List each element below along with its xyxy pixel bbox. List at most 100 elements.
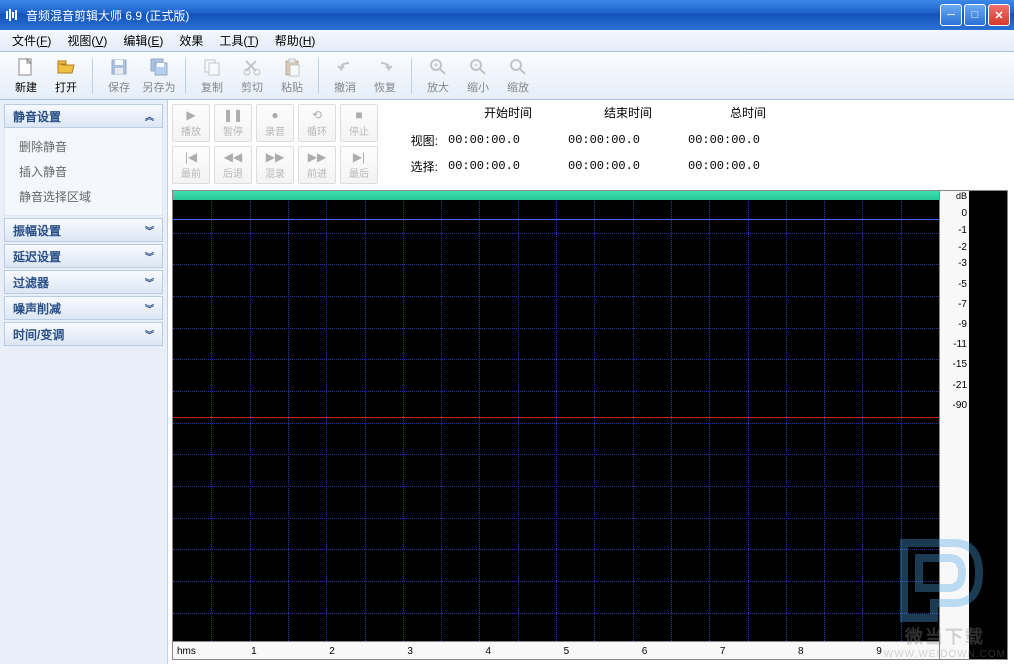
grid-line xyxy=(556,201,557,641)
menubar: 文件(F)视图(V)编辑(E)效果工具(T)帮助(H) xyxy=(0,30,1014,52)
tool-open-button[interactable]: 打开 xyxy=(46,54,86,98)
toolbar-separator xyxy=(411,58,412,94)
grid-line xyxy=(365,201,366,641)
time-tick: 4 xyxy=(486,646,492,657)
sidebar-item[interactable]: 静音选择区域 xyxy=(5,184,162,209)
grid-line xyxy=(173,581,939,582)
grid-line xyxy=(173,486,939,487)
close-button[interactable]: ✕ xyxy=(988,4,1010,26)
time-row-label: 选择: xyxy=(398,158,448,175)
tool-paste-button: 粘贴 xyxy=(272,54,312,98)
cut-icon xyxy=(242,57,262,77)
transport-最前-button[interactable]: |◀最前 xyxy=(172,146,210,184)
time-tick: 2 xyxy=(329,646,335,657)
transport-录音-button[interactable]: ●录音 xyxy=(256,104,294,142)
new-icon xyxy=(16,57,36,77)
transport-循环-button[interactable]: ⟲循环 xyxy=(298,104,336,142)
menu-视图[interactable]: 视图(V) xyxy=(59,30,115,51)
chevron-icon: ︾ xyxy=(145,328,154,341)
level-meter xyxy=(969,191,1007,659)
grid-line xyxy=(288,201,289,641)
sidebar-header-2[interactable]: 延迟设置︾ xyxy=(4,244,163,268)
zoomout-icon xyxy=(468,57,488,77)
minimize-button[interactable]: ─ xyxy=(940,4,962,26)
grid-line xyxy=(173,423,939,424)
grid-line xyxy=(748,201,749,641)
toolbar-separator xyxy=(92,58,93,94)
toolbar: 新建打开保存另存为复制剪切粘贴撤消恢复放大缩小缩放 xyxy=(0,52,1014,100)
db-unit-label: dB xyxy=(956,191,969,201)
menu-编辑[interactable]: 编辑(E) xyxy=(115,30,171,51)
transport-后退-button[interactable]: ◀◀后退 xyxy=(214,146,252,184)
timeline-selection-bar[interactable] xyxy=(173,191,939,201)
transport-icon: ❚❚ xyxy=(223,108,243,122)
sidebar-header-0[interactable]: 静音设置︽ xyxy=(4,104,163,128)
grid-line xyxy=(211,201,212,641)
chevron-icon: ︾ xyxy=(145,250,154,263)
time-value: 00:00:00.0 xyxy=(568,159,688,173)
time-tick: 1 xyxy=(251,646,257,657)
menu-文件[interactable]: 文件(F) xyxy=(4,30,59,51)
toolbar-separator xyxy=(185,58,186,94)
time-tick: 7 xyxy=(720,646,726,657)
time-value: 00:00:00.0 xyxy=(448,159,568,173)
sidebar-header-1[interactable]: 振幅设置︾ xyxy=(4,218,163,242)
sidebar-header-4[interactable]: 噪声削减︾ xyxy=(4,296,163,320)
sidebar-item[interactable]: 删除静音 xyxy=(5,134,162,159)
time-value: 00:00:00.0 xyxy=(688,133,808,147)
transport-混录-button[interactable]: ▶▶混录 xyxy=(256,146,294,184)
grid-line xyxy=(862,201,863,641)
grid-line xyxy=(518,201,519,641)
transport-icon: |◀ xyxy=(185,150,197,164)
transport-icon: ● xyxy=(271,108,278,122)
grid-line xyxy=(173,264,939,265)
main-area: 静音设置︽ 删除静音插入静音静音选择区域振幅设置︾延迟设置︾过滤器︾噪声削减︾时间… xyxy=(0,100,1014,664)
db-scale: dB 0-1-2-3-5-7-9-11-15-21-90 xyxy=(939,191,969,659)
redo-icon xyxy=(375,57,395,77)
app-icon xyxy=(4,7,20,23)
sidebar-header-5[interactable]: 时间/变调︾ xyxy=(4,322,163,346)
grid-line xyxy=(173,328,939,329)
transport-前进-button[interactable]: ▶▶前进 xyxy=(298,146,336,184)
grid-line xyxy=(786,201,787,641)
tool-zoom-button: 缩放 xyxy=(498,54,538,98)
time-value: 00:00:00.0 xyxy=(688,159,808,173)
sidebar-item[interactable]: 插入静音 xyxy=(5,159,162,184)
transport-暂停-button[interactable]: ❚❚暂停 xyxy=(214,104,252,142)
sidebar: 静音设置︽ 删除静音插入静音静音选择区域振幅设置︾延迟设置︾过滤器︾噪声削减︾时间… xyxy=(0,100,168,664)
copy-icon xyxy=(202,57,222,77)
titlebar: 音频混音剪辑大师 6.9 (正式版) ─ □ ✕ xyxy=(0,0,1014,30)
time-tick: 6 xyxy=(642,646,648,657)
db-tick: -3 xyxy=(941,258,967,269)
grid-line xyxy=(173,549,939,550)
grid-line xyxy=(709,201,710,641)
open-icon xyxy=(56,57,76,77)
grid-line xyxy=(173,518,939,519)
grid-line xyxy=(173,454,939,455)
menu-帮助[interactable]: 帮助(H) xyxy=(267,30,324,51)
tool-new-button[interactable]: 新建 xyxy=(6,54,46,98)
transport-停止-button[interactable]: ■停止 xyxy=(340,104,378,142)
grid-line xyxy=(250,201,251,641)
time-header: 结束时间 xyxy=(568,104,688,121)
maximize-button[interactable]: □ xyxy=(964,4,986,26)
db-tick: -5 xyxy=(941,279,967,290)
time-value: 00:00:00.0 xyxy=(568,133,688,147)
time-axis: hms 123456789 xyxy=(173,641,939,659)
sidebar-header-3[interactable]: 过滤器︾ xyxy=(4,270,163,294)
time-tick: 8 xyxy=(798,646,804,657)
waveform-canvas[interactable]: hms 123456789 xyxy=(173,191,939,659)
grid-line xyxy=(173,233,939,234)
transport-最后-button[interactable]: ▶|最后 xyxy=(340,146,378,184)
time-value: 00:00:00.0 xyxy=(448,133,568,147)
waveform-grid xyxy=(173,201,939,641)
chevron-icon: ︾ xyxy=(145,224,154,237)
menu-工具[interactable]: 工具(T) xyxy=(211,30,266,51)
db-tick: 0 xyxy=(941,208,967,219)
menu-效果[interactable]: 效果 xyxy=(171,30,211,51)
grid-line xyxy=(479,201,480,641)
db-tick: -9 xyxy=(941,319,967,330)
time-info: 开始时间结束时间总时间视图:00:00:00.000:00:00.000:00:… xyxy=(398,104,1008,184)
tool-zoomout-button: 缩小 xyxy=(458,54,498,98)
transport-播放-button[interactable]: ▶播放 xyxy=(172,104,210,142)
